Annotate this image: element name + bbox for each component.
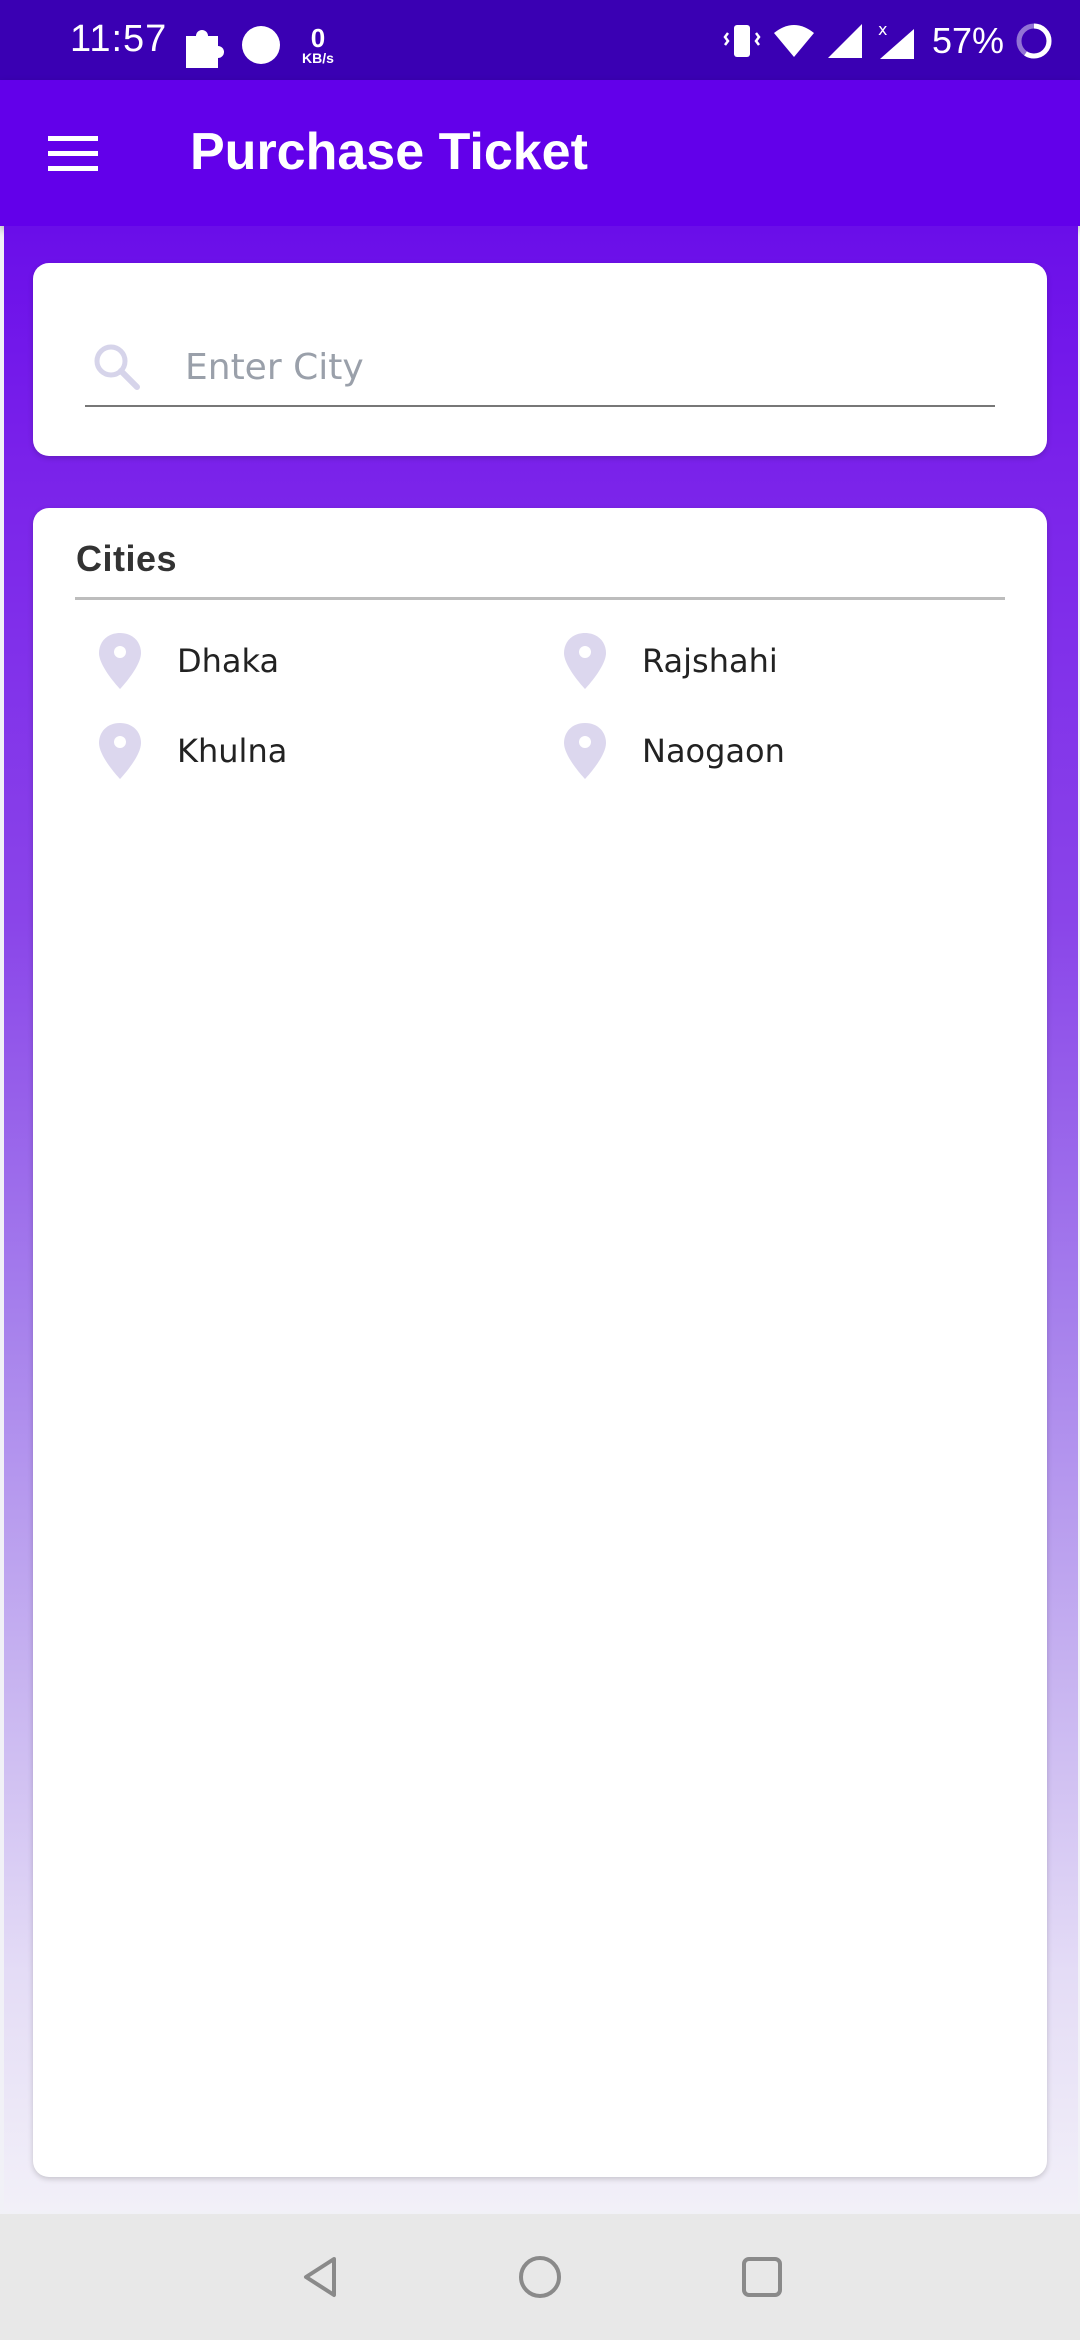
- recents-button[interactable]: [722, 2240, 802, 2314]
- location-pin-icon: [99, 723, 141, 779]
- menu-icon: [48, 136, 98, 171]
- search-card: [33, 263, 1047, 456]
- status-bar: 11:57 0 KB/s x 57%: [0, 0, 1080, 80]
- status-time: 11:57: [70, 18, 168, 60]
- data-speed-unit: KB/s: [302, 50, 334, 66]
- city-name: Rajshahi: [642, 642, 778, 680]
- cities-card: Cities Dhaka Rajshahi Khulna Naogaon: [33, 508, 1047, 2177]
- back-icon: [304, 2257, 336, 2297]
- cities-divider: [75, 597, 1005, 600]
- city-name: Dhaka: [177, 642, 280, 680]
- puzzle-icon: [186, 30, 224, 68]
- page-title: Purchase Ticket: [190, 123, 588, 181]
- menu-button[interactable]: [30, 118, 116, 190]
- circle-notification-icon: [242, 26, 280, 64]
- battery-percent: 57%: [931, 20, 1004, 61]
- cities-heading: Cities: [76, 538, 178, 579]
- svg-text:x: x: [878, 21, 887, 39]
- home-icon: [519, 2256, 561, 2298]
- wifi-icon: [773, 25, 814, 57]
- location-pin-icon: [99, 633, 141, 689]
- city-name: Khulna: [177, 732, 288, 770]
- data-speed: 0 KB/s: [302, 25, 334, 65]
- city-item-rajshahi[interactable]: Rajshahi: [540, 626, 778, 696]
- signal-no-data-icon: x: [878, 21, 914, 59]
- data-speed-value: 0: [310, 23, 326, 53]
- recents-icon: [742, 2257, 782, 2297]
- signal-icon: [827, 24, 862, 58]
- search-field: [85, 331, 995, 407]
- home-button[interactable]: [500, 2240, 580, 2314]
- city-item-naogaon[interactable]: Naogaon: [540, 716, 785, 786]
- search-icon: [94, 344, 140, 390]
- city-name: Naogaon: [642, 732, 785, 770]
- back-button[interactable]: [280, 2240, 360, 2314]
- location-pin-icon: [564, 633, 606, 689]
- battery-ring-icon: [1016, 23, 1052, 59]
- location-pin-icon: [564, 723, 606, 779]
- status-icons-left: 0 KB/s: [182, 20, 334, 70]
- city-item-khulna[interactable]: Khulna: [75, 716, 287, 786]
- search-input[interactable]: [185, 339, 985, 395]
- status-icons-right: x 57%: [722, 16, 1054, 66]
- system-nav-bar: [0, 2214, 1080, 2340]
- vibrate-icon: [723, 25, 761, 57]
- app-bar: Purchase Ticket: [0, 80, 1080, 226]
- city-item-dhaka[interactable]: Dhaka: [75, 626, 279, 696]
